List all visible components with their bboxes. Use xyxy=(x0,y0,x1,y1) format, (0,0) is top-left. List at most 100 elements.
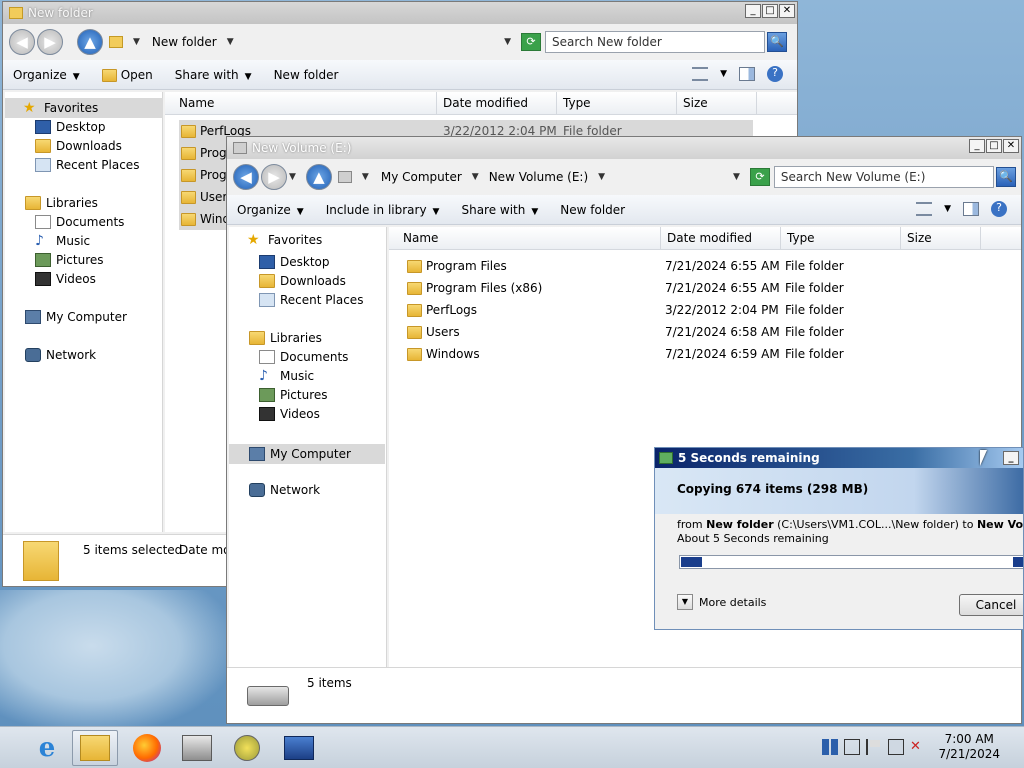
nav-recent-places[interactable]: Recent Places xyxy=(35,158,139,172)
cancel-button[interactable]: Cancel xyxy=(959,594,1023,616)
column-name[interactable]: Name xyxy=(173,92,437,114)
taskbar-app-3[interactable] xyxy=(276,730,322,766)
view-options-icon[interactable] xyxy=(692,67,709,81)
table-row[interactable]: Users 7/21/2024 6:58 AM File folder xyxy=(405,321,985,343)
help-icon[interactable]: ? xyxy=(767,66,783,82)
nav-pictures[interactable]: Pictures xyxy=(259,388,328,402)
taskbar-clock[interactable]: 7:00 AM 7/21/2024 xyxy=(938,732,1000,762)
include-in-library-button[interactable]: Include in library ▼ xyxy=(326,203,440,217)
minimize-button[interactable]: _ xyxy=(1003,451,1019,465)
more-details-toggle[interactable]: ▼ More details xyxy=(677,594,766,610)
chevron-down-icon[interactable]: ▼ xyxy=(944,204,951,214)
nav-favorites[interactable]: ★ Favorites xyxy=(5,98,163,118)
dialog-title-bar[interactable]: 5 Seconds remaining _ xyxy=(655,448,1023,468)
chevron-down-icon[interactable]: ▼ xyxy=(133,37,140,47)
nav-desktop[interactable]: Desktop xyxy=(35,120,106,134)
language-icon[interactable] xyxy=(844,739,860,755)
back-button[interactable]: ◀ xyxy=(233,164,259,190)
chevron-down-icon[interactable]: ▼ xyxy=(227,37,234,47)
open-button[interactable]: Open xyxy=(101,68,153,82)
column-size[interactable]: Size xyxy=(901,227,981,249)
breadcrumb-item[interactable]: New Volume (E:) xyxy=(489,170,588,184)
taskbar-app-1[interactable] xyxy=(174,730,220,766)
title-bar[interactable]: New Volume (E:) _ □ ✕ xyxy=(227,137,1021,159)
share-with-button[interactable]: Share with ▼ xyxy=(461,203,538,217)
breadcrumb[interactable]: ▼ My Computer ▼ New Volume (E:) ▼ ▼ xyxy=(334,166,746,188)
show-hidden-icons-icon[interactable] xyxy=(822,739,838,755)
forward-button[interactable]: ▶ xyxy=(261,164,287,190)
organize-button[interactable]: Organize ▼ xyxy=(13,68,80,82)
maximize-button[interactable]: □ xyxy=(762,4,778,18)
organize-button[interactable]: Organize ▼ xyxy=(237,203,304,217)
nav-my-computer[interactable]: My Computer xyxy=(25,310,127,324)
chevron-down-icon[interactable]: ▼ xyxy=(472,172,479,182)
address-dropdown-icon[interactable]: ▼ xyxy=(733,172,740,182)
table-row[interactable]: Program Files 7/21/2024 6:55 AM File fol… xyxy=(405,255,985,277)
column-name[interactable]: Name xyxy=(397,227,661,249)
nav-music[interactable]: ♪ Music xyxy=(259,369,314,383)
address-dropdown-icon[interactable]: ▼ xyxy=(504,37,511,47)
taskbar-internet-explorer[interactable]: e xyxy=(24,730,70,766)
search-icon[interactable]: 🔍 xyxy=(995,167,1016,187)
column-type[interactable]: Type xyxy=(781,227,901,249)
back-button[interactable]: ◀ xyxy=(9,29,35,55)
breadcrumb[interactable]: ▼ New folder ▼ ▼ xyxy=(105,31,517,53)
preview-pane-icon[interactable] xyxy=(739,67,755,81)
table-row[interactable]: Program Files (x86) 7/21/2024 6:55 AM Fi… xyxy=(405,277,985,299)
taskbar-windows-explorer[interactable] xyxy=(72,730,118,766)
nav-downloads[interactable]: Downloads xyxy=(259,274,346,288)
action-center-flag-icon[interactable] xyxy=(866,739,882,755)
view-options-icon[interactable] xyxy=(916,202,933,216)
new-folder-button[interactable]: New folder xyxy=(560,203,625,217)
help-icon[interactable]: ? xyxy=(991,201,1007,217)
breadcrumb-item[interactable]: My Computer xyxy=(381,170,462,184)
nav-downloads[interactable]: Downloads xyxy=(35,139,122,153)
nav-my-computer[interactable]: My Computer xyxy=(229,444,385,464)
nav-desktop[interactable]: Desktop xyxy=(259,255,330,269)
network-tray-icon[interactable] xyxy=(888,739,904,755)
nav-libraries[interactable]: Libraries xyxy=(25,196,98,210)
table-row[interactable]: Windows 7/21/2024 6:59 AM File folder xyxy=(405,343,985,365)
nav-favorites[interactable]: ★ Favorites xyxy=(247,233,322,247)
nav-music[interactable]: ♪ Music xyxy=(35,234,90,248)
new-folder-button[interactable]: New folder xyxy=(274,68,339,82)
nav-network[interactable]: Network xyxy=(25,348,96,362)
refresh-button[interactable]: ⟳ xyxy=(749,168,770,186)
search-icon[interactable]: 🔍 xyxy=(767,32,787,52)
breadcrumb-item[interactable]: New folder xyxy=(152,35,217,49)
taskbar-firefox[interactable] xyxy=(124,730,170,766)
preview-pane-icon[interactable] xyxy=(963,202,979,216)
title-bar[interactable]: New folder _ □ ✕ xyxy=(3,2,797,24)
refresh-button[interactable]: ⟳ xyxy=(521,33,541,51)
search-input[interactable]: Search New Volume (E:) xyxy=(773,166,994,188)
share-with-button[interactable]: Share with ▼ xyxy=(175,68,252,82)
column-type[interactable]: Type xyxy=(557,92,677,114)
chevron-down-icon[interactable]: ▼ xyxy=(598,172,605,182)
nav-pictures[interactable]: Pictures xyxy=(35,253,104,267)
forward-button[interactable]: ▶ xyxy=(37,29,63,55)
chevron-down-icon[interactable]: ▼ xyxy=(720,69,727,79)
column-size[interactable]: Size xyxy=(677,92,757,114)
close-button[interactable]: ✕ xyxy=(1003,139,1019,153)
recent-pages-dropdown-icon[interactable]: ▼ xyxy=(289,172,296,182)
nav-documents[interactable]: Documents xyxy=(259,350,348,364)
search-input[interactable]: Search New folder xyxy=(545,31,765,53)
up-button[interactable]: ▲ xyxy=(77,29,103,55)
chevron-down-icon[interactable]: ▼ xyxy=(677,594,693,610)
nav-recent-places[interactable]: Recent Places xyxy=(259,293,363,307)
up-button[interactable]: ▲ xyxy=(305,164,332,190)
nav-documents[interactable]: Documents xyxy=(35,215,124,229)
minimize-button[interactable]: _ xyxy=(969,139,985,153)
minimize-button[interactable]: _ xyxy=(745,4,761,18)
volume-muted-icon[interactable]: ✕ xyxy=(910,739,926,755)
taskbar-app-2[interactable] xyxy=(224,730,270,766)
table-row[interactable]: PerfLogs 3/22/2012 2:04 PM File folder xyxy=(405,299,985,321)
maximize-button[interactable]: □ xyxy=(986,139,1002,153)
column-date-modified[interactable]: Date modified xyxy=(661,227,781,249)
nav-videos[interactable]: Videos xyxy=(35,272,96,286)
nav-libraries[interactable]: Libraries xyxy=(249,331,322,345)
column-date-modified[interactable]: Date modified xyxy=(437,92,557,114)
nav-network[interactable]: Network xyxy=(249,483,320,497)
chevron-down-icon[interactable]: ▼ xyxy=(362,172,369,182)
close-button[interactable]: ✕ xyxy=(779,4,795,18)
